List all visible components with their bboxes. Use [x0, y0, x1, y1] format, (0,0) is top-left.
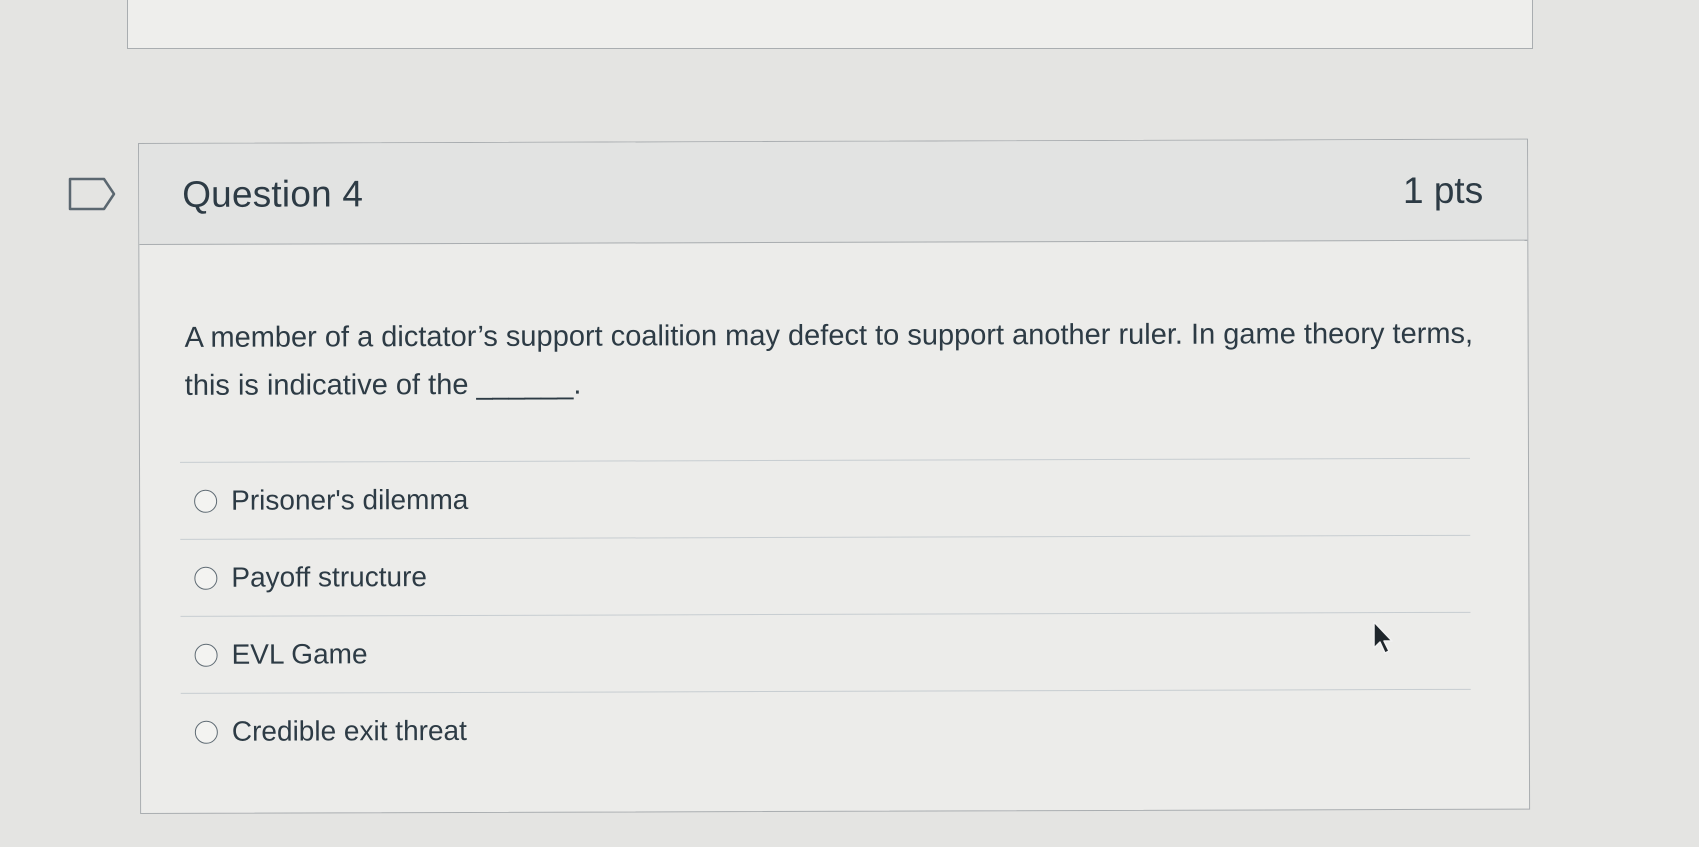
answer-option-credible-exit-threat[interactable]: Credible exit threat — [180, 688, 1471, 770]
question-card: Question 4 1 pts A member of a dictator’… — [138, 138, 1531, 814]
answer-list: Prisoner's dilemma Payoff structure EVL … — [180, 457, 1471, 770]
question-title: Question 4 — [182, 173, 364, 215]
answer-option-prisoners-dilemma[interactable]: Prisoner's dilemma — [180, 457, 1471, 539]
radio-button[interactable] — [194, 720, 218, 744]
answer-option-evl-game[interactable]: EVL Game — [180, 611, 1471, 693]
flag-question-icon[interactable] — [68, 177, 116, 211]
radio-button[interactable] — [194, 643, 218, 667]
question-points: 1 pts — [1402, 169, 1484, 212]
radio-button[interactable] — [194, 566, 218, 590]
mouse-pointer-icon — [1373, 621, 1393, 654]
answer-label[interactable]: EVL Game — [232, 638, 368, 670]
answer-label[interactable]: Prisoner's dilemma — [231, 484, 468, 517]
answer-label[interactable]: Payoff structure — [231, 561, 427, 594]
question-text: A member of a dictator’s support coaliti… — [184, 317, 1474, 402]
question-header: Question 4 1 pts — [139, 139, 1528, 245]
radio-button[interactable] — [194, 489, 218, 513]
previous-question-card — [127, 0, 1533, 49]
answer-option-payoff-structure[interactable]: Payoff structure — [180, 534, 1471, 616]
answer-label[interactable]: Credible exit threat — [232, 715, 467, 748]
